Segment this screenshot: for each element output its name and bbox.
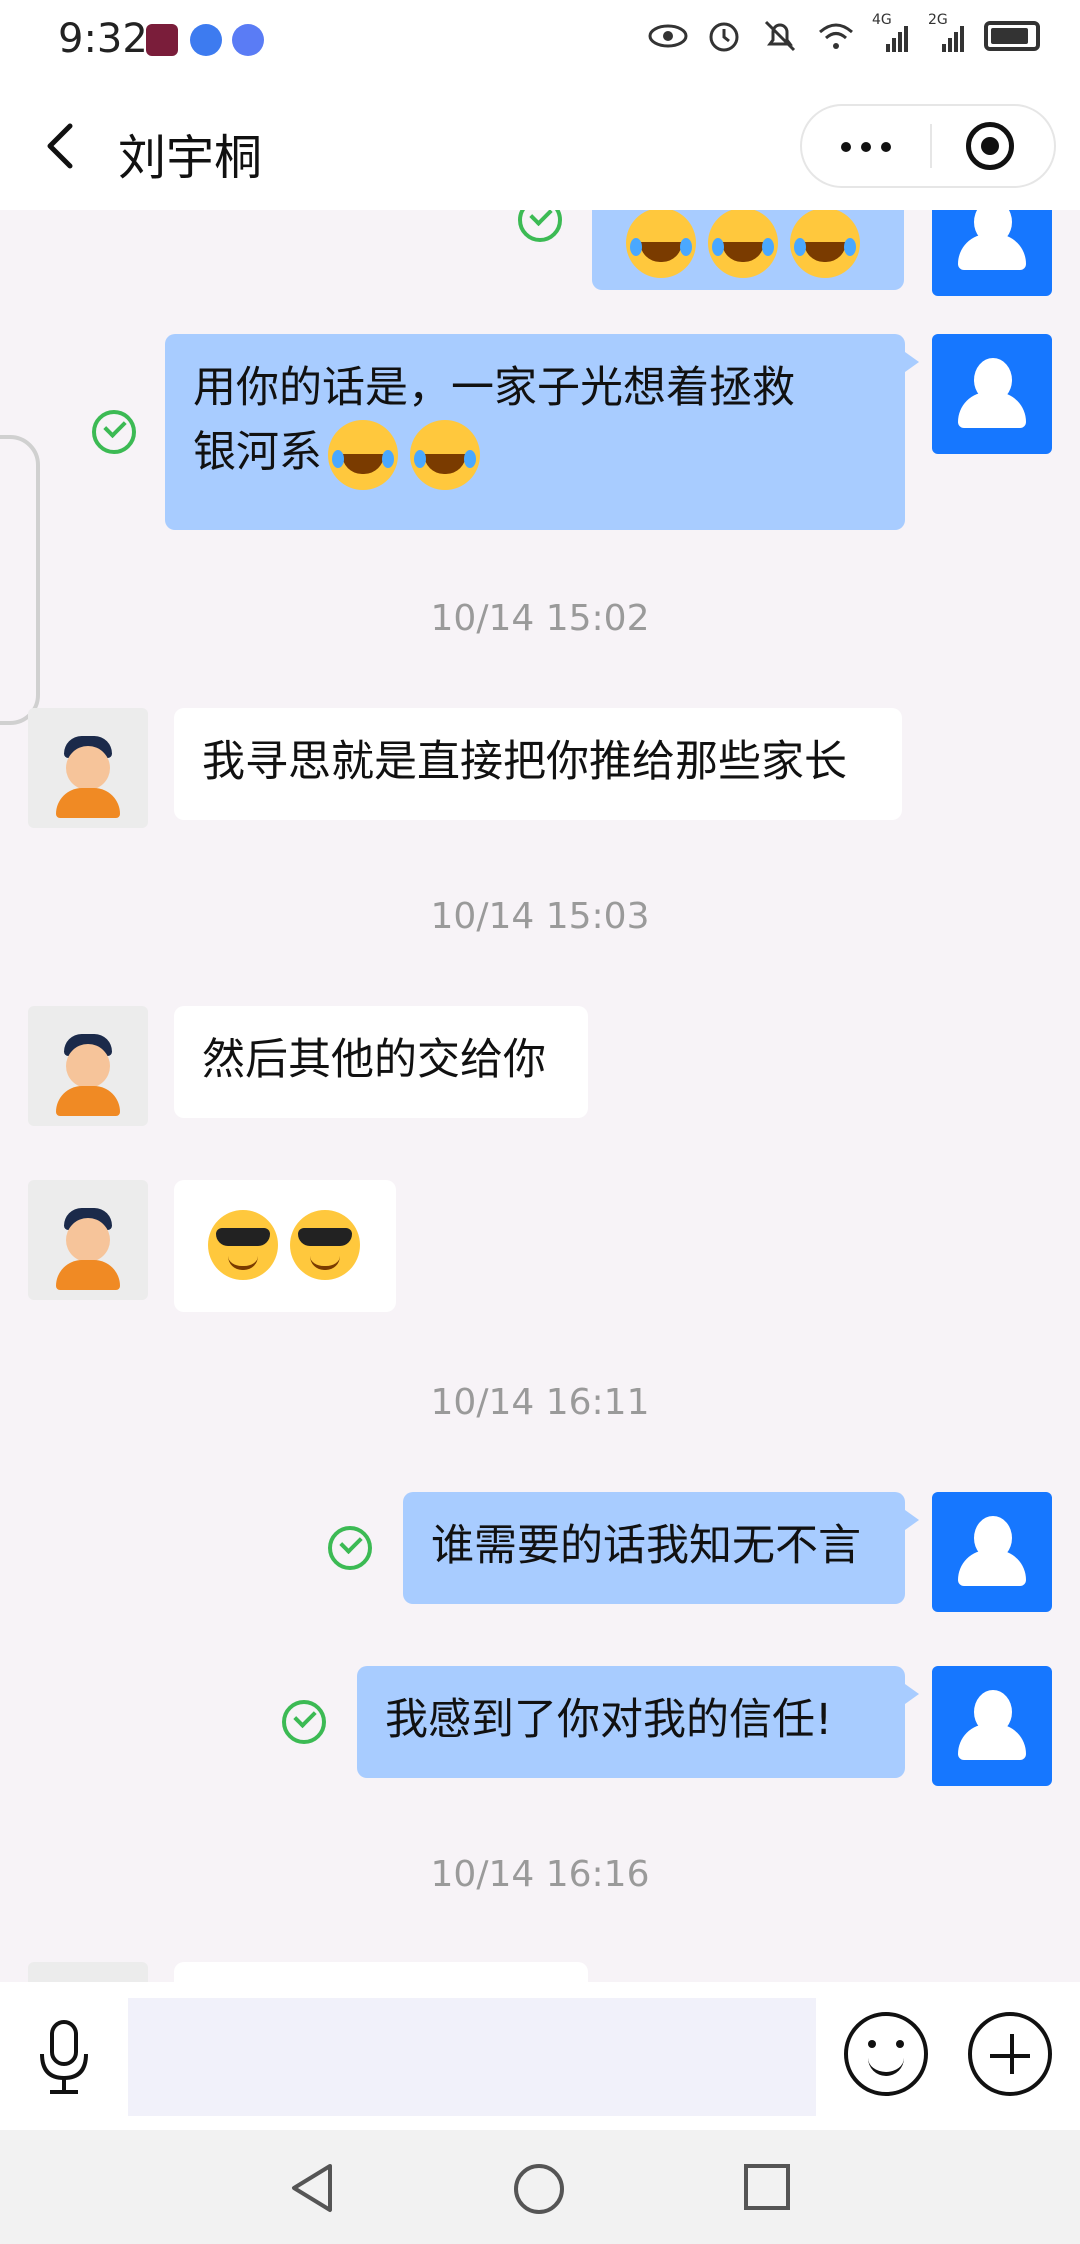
my-avatar[interactable] (932, 1492, 1052, 1612)
message-text: 用你的话是，一家子光想着拯救 (193, 363, 795, 413)
message-text: 然后其他的交给你 (202, 1035, 546, 1085)
message-bubble-me[interactable] (592, 210, 904, 290)
laughing-tears-emoji-icon (410, 420, 480, 490)
chevron-left-icon (47, 123, 73, 169)
timestamp: 10/14 16:16 (430, 1854, 650, 1895)
read-check-icon (328, 1526, 372, 1570)
status-icons: 4G 2G (648, 12, 1040, 54)
message-bubble-other[interactable]: 然后其他的交给你 (174, 1006, 588, 1118)
browser-icon (190, 24, 222, 56)
read-check-icon (92, 410, 136, 454)
miniapp-capsule (800, 104, 1056, 188)
capsule-divider (930, 124, 932, 168)
read-check-icon (282, 1700, 326, 1744)
system-navigation-bar (0, 2130, 1080, 2244)
message-text: 我寻思就是直接把你推给那些家长 (202, 737, 847, 787)
sunglasses-emoji-icon (208, 1210, 278, 1280)
my-avatar[interactable] (932, 334, 1052, 454)
message-input[interactable] (128, 1998, 816, 2116)
chat-header: 刘宇桐 (0, 82, 1080, 210)
message-text-line-2: 银河系 (193, 420, 877, 490)
record-target-icon[interactable] (966, 122, 1014, 170)
message-bubble-other[interactable] (174, 1962, 588, 1982)
laughing-tears-emoji-icon (328, 420, 398, 490)
plus-circle-icon[interactable] (968, 2012, 1052, 2096)
signal-4g-icon: 4G (872, 12, 912, 54)
contact-avatar[interactable] (28, 708, 148, 828)
smiley-icon[interactable] (844, 2012, 928, 2096)
mute-icon (760, 18, 800, 54)
home-circle-icon[interactable] (514, 2164, 564, 2214)
status-time: 9:32 (58, 16, 148, 62)
eye-icon (648, 18, 688, 54)
contact-avatar[interactable] (28, 1006, 148, 1126)
timestamp: 10/14 15:03 (430, 896, 650, 937)
more-dots-icon (836, 137, 896, 156)
message-text: 我感到了你对我的信任! (385, 1695, 833, 1745)
message-input-bar (0, 1982, 1080, 2130)
message-bubble-me[interactable]: 谁需要的话我知无不言 (403, 1492, 919, 1604)
status-bar: 9:32 4G 2G (0, 0, 1080, 82)
chat-message-list[interactable]: 用你的话是，一家子光想着拯救 银河系 10/14 15:02 我寻思就是直接把你… (0, 210, 1080, 1982)
recents-square-icon[interactable] (744, 2164, 790, 2210)
network-label-2g: 2G (928, 12, 948, 28)
network-label-4g: 4G (872, 12, 892, 28)
contact-avatar[interactable] (28, 1180, 148, 1300)
signal-2g-icon: 2G (928, 12, 968, 54)
alarm-icon (704, 18, 744, 54)
wifi-icon (816, 18, 856, 54)
voice-button[interactable] (32, 2018, 96, 2098)
side-drawer-handle[interactable] (0, 435, 40, 725)
message-bubble-other[interactable] (174, 1180, 396, 1312)
sunglasses-emoji-icon (290, 1210, 360, 1280)
my-avatar[interactable] (932, 1666, 1052, 1786)
more-button[interactable] (802, 106, 930, 186)
message-text: 谁需要的话我知无不言 (431, 1521, 861, 1571)
read-check-icon (518, 210, 562, 242)
laughing-tears-emoji-icon (626, 210, 696, 278)
microphone-icon (40, 2020, 88, 2094)
battery-icon (984, 21, 1040, 51)
message-text: 银河系 (193, 427, 322, 478)
message-bubble-me[interactable]: 用你的话是，一家子光想着拯救 银河系 (165, 334, 919, 530)
music-icon (232, 24, 264, 56)
laughing-tears-emoji-icon (790, 210, 860, 278)
my-avatar[interactable] (932, 210, 1052, 296)
back-triangle-icon[interactable] (286, 2160, 336, 2216)
message-bubble-me[interactable]: 我感到了你对我的信任! (357, 1666, 919, 1778)
back-button[interactable] (40, 120, 80, 172)
chat-title: 刘宇桐 (118, 130, 263, 186)
app-icon-red (146, 24, 178, 56)
message-bubble-other[interactable]: 我寻思就是直接把你推给那些家长 (174, 708, 902, 820)
timestamp: 10/14 15:02 (430, 598, 650, 639)
contact-avatar[interactable] (28, 1962, 148, 1982)
laughing-tears-emoji-icon (708, 210, 778, 278)
timestamp: 10/14 16:11 (430, 1382, 650, 1423)
